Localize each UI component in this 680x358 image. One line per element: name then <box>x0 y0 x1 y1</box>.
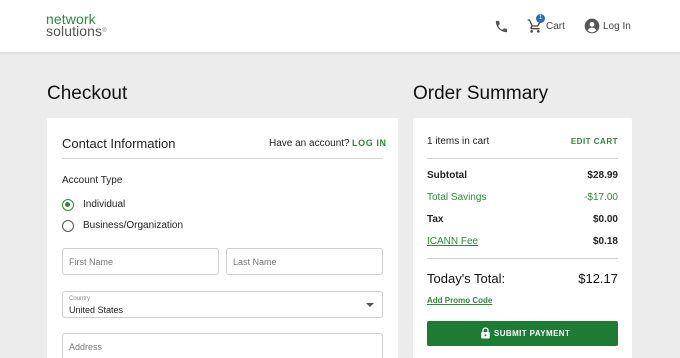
contact-information-card: Contact Information Have an account? LOG… <box>47 118 398 358</box>
todays-total-value: $12.17 <box>578 271 618 286</box>
divider <box>62 158 383 159</box>
total-savings-value: -$17.00 <box>584 192 618 203</box>
order-summary-card: 1 items in cart EDIT CART Subtotal $28.9… <box>413 118 632 358</box>
radio-business[interactable] <box>62 220 74 232</box>
phone-icon[interactable] <box>494 19 509 34</box>
todays-total-label: Today's Total: <box>427 271 506 286</box>
cart-count-badge: 1 <box>536 14 545 23</box>
total-savings-label: Total Savings <box>427 192 487 203</box>
country-value: United States <box>69 305 124 315</box>
divider <box>427 258 618 259</box>
divider <box>427 158 618 159</box>
first-name-input[interactable]: First Name <box>62 248 219 275</box>
network-solutions-logo[interactable]: network solutions® <box>46 12 107 39</box>
address-placeholder: Address <box>69 342 103 352</box>
have-account-text: Have an account? <box>269 138 350 149</box>
radio-business-label[interactable]: Business/Organization <box>83 220 183 231</box>
contact-login-link[interactable]: LOG IN <box>352 138 387 148</box>
user-icon[interactable] <box>584 18 600 34</box>
edit-cart-link[interactable]: EDIT CART <box>571 137 618 146</box>
cart-link[interactable]: Cart <box>546 21 565 32</box>
checkout-heading: Checkout <box>47 83 128 104</box>
add-promo-code-link[interactable]: Add Promo Code <box>427 296 492 305</box>
lock-icon <box>481 327 490 339</box>
last-name-input[interactable]: Last Name <box>226 248 383 275</box>
radio-individual-label[interactable]: Individual <box>83 199 125 210</box>
tax-label: Tax <box>427 214 444 225</box>
country-select[interactable]: Country United States <box>62 291 383 318</box>
order-summary-heading: Order Summary <box>413 83 549 104</box>
last-name-placeholder: Last Name <box>233 257 277 267</box>
account-type-label: Account Type <box>62 175 123 186</box>
items-in-cart: 1 items in cart <box>427 136 490 147</box>
contact-information-title: Contact Information <box>62 136 176 151</box>
radio-individual[interactable] <box>62 199 74 211</box>
address-input[interactable]: Address <box>62 333 383 358</box>
icann-fee-link[interactable]: ICANN Fee <box>427 236 478 247</box>
country-label: Country <box>69 296 91 302</box>
icann-fee-value: $0.18 <box>592 236 618 247</box>
submit-payment-button[interactable]: SUBMIT PAYMENT <box>427 321 618 346</box>
logo-line2: solutions® <box>46 23 107 39</box>
first-name-placeholder: First Name <box>69 257 114 267</box>
top-header: network solutions® 1 Cart Log In <box>0 0 680 53</box>
submit-payment-label: SUBMIT PAYMENT <box>494 329 571 338</box>
subtotal-label: Subtotal <box>427 170 467 181</box>
subtotal-value: $28.99 <box>587 170 618 181</box>
tax-value: $0.00 <box>592 214 618 225</box>
login-link[interactable]: Log In <box>603 21 631 32</box>
chevron-down-icon <box>366 303 374 307</box>
